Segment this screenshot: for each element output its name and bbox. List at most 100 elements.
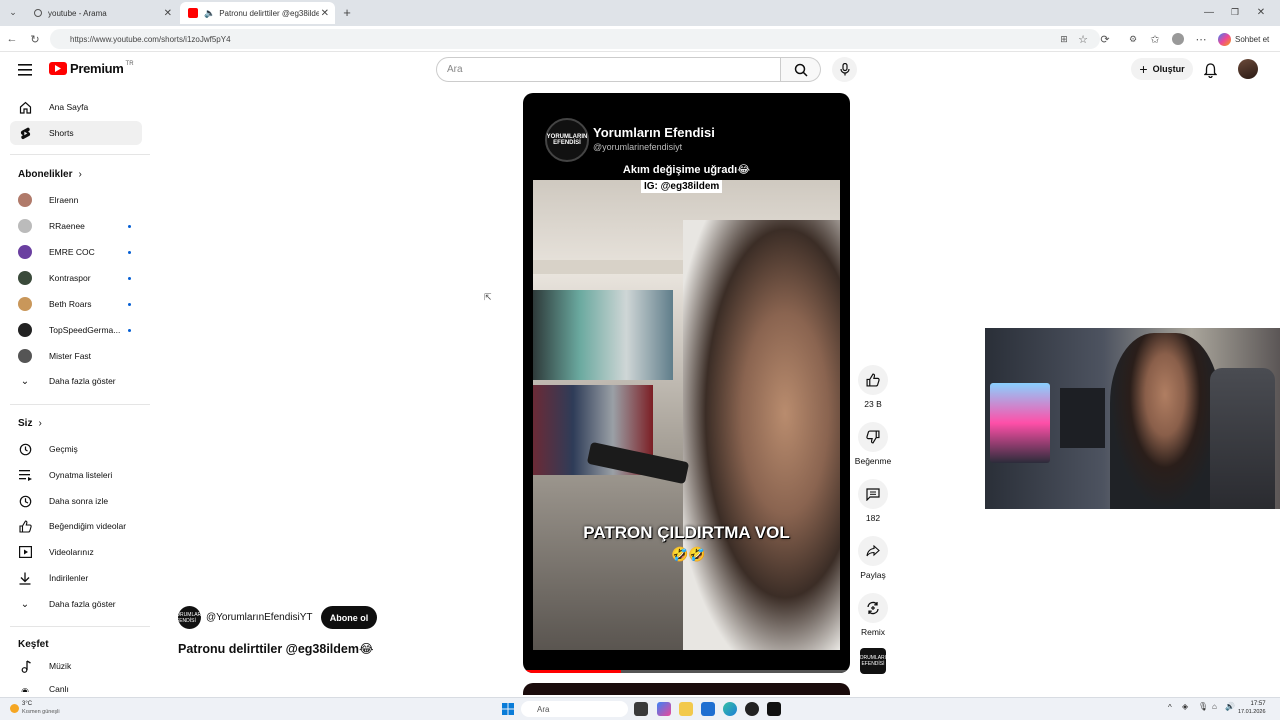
plus-icon: + <box>1139 61 1148 77</box>
next-short-preview[interactable] <box>523 683 850 695</box>
sidebar-item-label: TopSpeedGerma... <box>49 325 121 335</box>
tab-youtube[interactable]: 🔈 Patronu delirttiler @eg38ilden ✕ <box>180 2 335 24</box>
chevron-right-icon: › <box>38 418 42 429</box>
subscribe-button[interactable]: Abone ol <box>321 606 377 629</box>
video-title[interactable]: Patronu delirttiler @eg38ildem😂 <box>178 641 374 656</box>
file-explorer-icon[interactable] <box>679 702 693 716</box>
voice-search-button[interactable] <box>832 57 857 82</box>
close-tab-icon[interactable]: ✕ <box>321 8 329 19</box>
extensions-icon[interactable]: ⚙ <box>1125 31 1141 47</box>
maximize-icon[interactable]: ❐ <box>1228 5 1242 19</box>
sidebar-item-downloads[interactable]: İndirilenler <box>10 566 142 590</box>
youtube-favicon-icon <box>188 8 198 18</box>
more-menu-icon[interactable]: ⋯ <box>1193 31 1209 47</box>
sidebar-item-subscription[interactable]: Mister Fast <box>10 344 142 368</box>
url-field[interactable]: https://www.youtube.com/shorts/i1zoJwf5p… <box>50 29 1100 49</box>
remix-button[interactable]: Remix <box>852 593 894 637</box>
sidebar-item-shorts[interactable]: Shorts <box>10 121 142 145</box>
create-button[interactable]: + Oluştur <box>1131 58 1193 80</box>
sidebar-item-live[interactable]: ◉ Canlı <box>10 680 142 692</box>
windows-start-icon[interactable] <box>502 702 516 716</box>
tray-chevron-up-icon[interactable]: ^ <box>1168 703 1172 712</box>
close-tab-icon[interactable]: ✕ <box>164 8 172 19</box>
apps-icon[interactable]: ⊞ <box>1056 31 1072 47</box>
favorite-star-icon[interactable]: ☆ <box>1075 31 1091 47</box>
sidebar-item-music[interactable]: Müzik <box>10 654 142 678</box>
store-icon[interactable] <box>701 702 715 716</box>
show-more-subscriptions-button[interactable]: ⌄ Daha fazla göster <box>10 369 142 393</box>
sidebar-item-history[interactable]: Geçmiş <box>10 437 142 461</box>
subscriptions-heading[interactable]: Abonelikler › <box>18 169 82 180</box>
show-more-you-button[interactable]: ⌄ Daha fazla göster <box>10 592 142 616</box>
notifications-bell-icon[interactable] <box>1201 61 1219 79</box>
hamburger-menu-icon[interactable] <box>17 62 33 78</box>
sidebar-item-your-videos[interactable]: Videolarınız <box>10 540 142 564</box>
clock[interactable]: 17:57 17.01.2026 <box>1238 700 1266 716</box>
sidebar-item-label: Ana Sayfa <box>49 102 89 112</box>
sidebar-item-playlists[interactable]: Oynatma listeleri <box>10 463 142 487</box>
you-heading[interactable]: Siz › <box>18 418 42 429</box>
back-icon[interactable]: ← <box>4 31 20 47</box>
sound-thumbnail[interactable]: YORUMLARIN EFENDİSİ <box>856 648 890 674</box>
sidebar-item-subscription[interactable]: Kontraspor <box>10 266 142 290</box>
copilot-app-icon[interactable] <box>657 702 671 716</box>
profile-icon[interactable] <box>1170 31 1186 47</box>
minimize-icon[interactable]: — <box>1202 5 1216 19</box>
sidebar-item-liked-videos[interactable]: Beğendiğim videolar <box>10 514 142 538</box>
sidebar-item-subscription[interactable]: EMRE COC <box>10 240 142 264</box>
avatar <box>18 193 32 207</box>
sidebar-item-subscription[interactable]: Beth Roars <box>10 292 142 316</box>
avatar <box>18 297 32 311</box>
edge-browser-icon[interactable] <box>723 702 737 716</box>
close-window-icon[interactable]: ✕ <box>1254 5 1268 19</box>
refresh-extension-icon[interactable]: ⟳ <box>1097 31 1113 47</box>
tray-app-icon[interactable]: ◈ <box>1182 702 1188 711</box>
tray-mic-icon[interactable]: 🎙 <box>1198 702 1208 711</box>
share-icon <box>866 545 880 557</box>
like-button[interactable]: 23 B <box>852 365 894 409</box>
app-icon[interactable] <box>745 702 759 716</box>
youtube-premium-logo[interactable]: Premium TR <box>49 61 134 76</box>
account-avatar[interactable] <box>1238 59 1258 79</box>
dislike-button[interactable]: Beğenme <box>852 422 894 466</box>
sidebar-item-home[interactable]: Ana Sayfa <box>10 95 142 119</box>
show-more-label: Daha fazla göster <box>49 376 116 386</box>
sidebar-item-label: Elraenn <box>49 195 79 205</box>
shorts-icon <box>18 126 32 140</box>
channel-avatar[interactable]: YORUMLARIN EFENDİSİ <box>173 606 206 629</box>
shorts-video-player[interactable]: YORUMLARIN EFENDİSİ Yorumların Efendisi … <box>523 93 850 673</box>
reload-icon[interactable]: ↻ <box>27 31 43 47</box>
sidebar-item-subscription[interactable]: Elraenn <box>10 188 142 212</box>
tray-volume-icon[interactable]: 🔊 <box>1225 702 1235 711</box>
sidebar-item-watch-later[interactable]: Daha sonra izle <box>10 489 142 513</box>
channel-name[interactable]: @YorumlarınEfendisiYT <box>206 612 313 623</box>
search-button[interactable] <box>781 57 821 82</box>
sidebar: Ana Sayfa Shorts Abonelikler › Elraenn R… <box>0 88 155 693</box>
new-tab-icon[interactable]: + <box>340 5 354 20</box>
video-progress-bar[interactable] <box>523 670 850 673</box>
tab-actions-chevron-icon[interactable]: ⌄ <box>6 5 20 19</box>
taskbar-search[interactable]: Ara <box>521 701 628 717</box>
history-icon <box>18 442 32 456</box>
sidebar-item-subscription[interactable]: RRaenee <box>10 214 142 238</box>
pc-case-rgb <box>990 383 1050 463</box>
capcut-icon[interactable] <box>767 702 781 716</box>
address-bar: ← ↻ https://www.youtube.com/shorts/i1zoJ… <box>0 26 1280 52</box>
tab-search[interactable]: youtube - Arama ✕ <box>26 2 178 24</box>
remix-label: Remix <box>860 627 886 637</box>
sidebar-item-subscription[interactable]: TopSpeedGerma... <box>10 318 142 342</box>
weather-widget[interactable]: 3°C Kısmen güneşli <box>10 700 60 716</box>
search-input[interactable]: Ara <box>436 57 781 82</box>
task-view-icon[interactable] <box>634 702 648 716</box>
copilot-button[interactable]: Sohbet et <box>1218 30 1269 48</box>
share-button[interactable]: Paylaş <box>852 536 894 580</box>
tray-network-icon[interactable]: ⌂ <box>1212 702 1217 711</box>
webcam-overlay <box>985 328 1280 509</box>
favorites-icon[interactable]: ✩ <box>1147 31 1163 47</box>
avatar <box>18 349 32 363</box>
explore-heading: Keşfet <box>18 639 49 650</box>
sidebar-item-label: Müzik <box>49 661 72 671</box>
youtube-play-icon <box>49 62 67 75</box>
speaker-icon[interactable]: 🔈 <box>204 8 215 19</box>
comments-button[interactable]: 182 <box>852 479 894 523</box>
